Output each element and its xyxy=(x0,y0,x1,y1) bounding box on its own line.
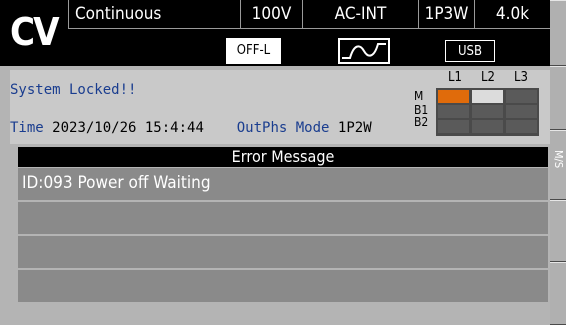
phase-row-m: M xyxy=(414,89,424,103)
error-row xyxy=(18,202,548,234)
soft-key-5[interactable] xyxy=(550,262,566,325)
info-panel: System Locked!! Time 2023/10/26 15:4:44 … xyxy=(10,70,550,144)
phase-grid xyxy=(436,88,539,136)
soft-key-ms-label: M/S xyxy=(552,150,565,169)
operation-mode: Continuous xyxy=(68,0,240,28)
phase-cell-b1-l2 xyxy=(472,105,503,118)
soft-key-4[interactable] xyxy=(550,200,566,262)
status-divider xyxy=(68,28,550,29)
frequency-value: 4.0k xyxy=(474,0,550,28)
status-bar: CV Continuous 100V AC-INT 1P3W 4.0k OFF-… xyxy=(0,0,550,66)
power-supply-screen: CV Continuous 100V AC-INT 1P3W 4.0k OFF-… xyxy=(0,0,566,325)
output-state-badge: OFF-L xyxy=(226,38,281,64)
mode-indicator: CV xyxy=(10,10,60,54)
phase-cell-b2-l2 xyxy=(472,120,503,133)
phase-cell-m-l2 xyxy=(472,90,503,103)
error-row: ID:093 Power off Waiting xyxy=(18,168,548,200)
phase-col-l1: L1 xyxy=(448,70,462,85)
phase-cell-b1-l1 xyxy=(438,105,469,118)
lock-message: System Locked!! xyxy=(10,82,137,98)
phase-row-b2: B2 xyxy=(414,115,429,129)
phase-cell-m-l1 xyxy=(438,90,469,103)
error-row xyxy=(18,236,548,268)
voltage-range: 100V xyxy=(240,0,302,28)
signal-source: AC-INT xyxy=(302,0,418,28)
phase-cell-m-l3 xyxy=(506,90,537,103)
usb-indicator: USB xyxy=(445,40,495,62)
time-value: 2023/10/26 15:4:44 xyxy=(52,120,204,136)
time-line: Time 2023/10/26 15:4:44 OutPhs Mode 1P2W xyxy=(10,120,372,136)
phase-cell-b2-l1 xyxy=(438,120,469,133)
phase-cell-b1-l3 xyxy=(506,105,537,118)
error-row xyxy=(18,270,548,302)
phase-col-l2: L2 xyxy=(481,70,495,85)
soft-key-2[interactable] xyxy=(550,66,566,130)
soft-key-1[interactable] xyxy=(550,0,566,66)
phase-col-l3: L3 xyxy=(514,70,528,85)
phase-cell-b2-l3 xyxy=(506,120,537,133)
outphs-mode-label: OutPhs Mode xyxy=(236,120,330,136)
phase-config: 1P3W xyxy=(418,0,474,28)
sine-wave-icon xyxy=(338,38,390,64)
time-label: Time xyxy=(10,120,44,136)
error-message-title: Error Message xyxy=(18,147,548,167)
outphs-mode-value: 1P2W xyxy=(337,120,372,136)
